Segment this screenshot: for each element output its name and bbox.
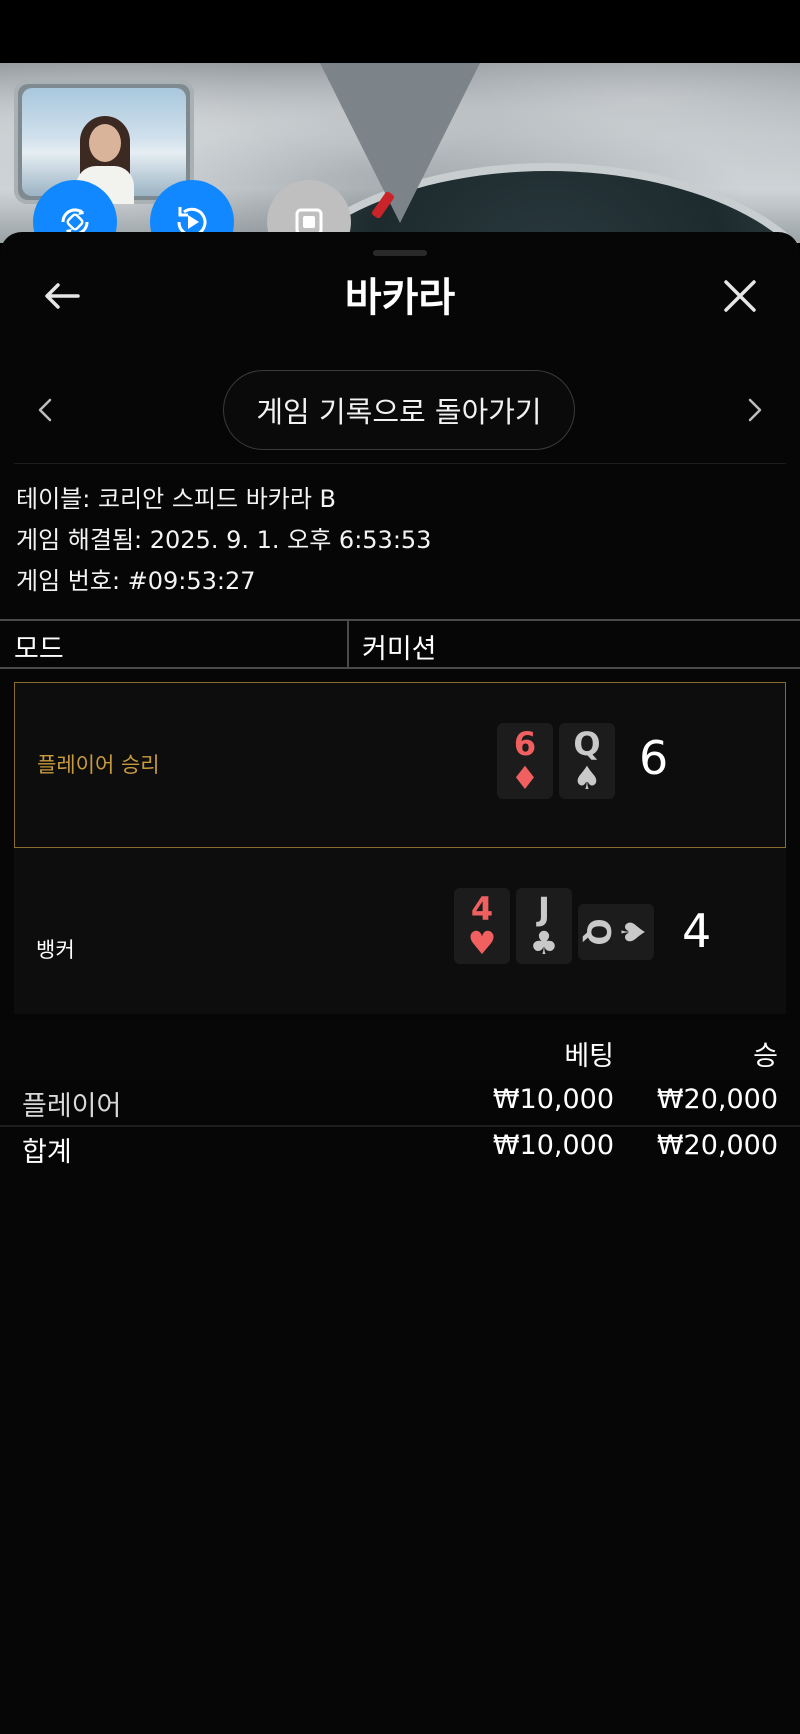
resolved-time: 게임 해결됨: 2025. 9. 1. 오후 6:53:53	[16, 526, 432, 554]
next-game-button[interactable]	[740, 390, 770, 430]
mode-row: 모드 커미션	[0, 619, 800, 669]
player-hand-label: 플레이어 승리	[37, 753, 160, 777]
page-title: 바카라	[344, 275, 456, 321]
bet-row-player: 플레이어 ₩10,000 ₩20,000	[0, 1078, 800, 1124]
game-detail-sheet: 바카라 게임 기록으로 돌아가기 테이블: 코리안 스피드 바카라 B 게임 해…	[0, 232, 800, 1734]
chevron-right-icon	[748, 398, 762, 422]
arrow-left-icon	[45, 283, 80, 309]
bets-header: 베팅 승	[0, 1020, 800, 1080]
bet-name: 플레이어	[22, 1091, 122, 1122]
banker-card-2: J ♣	[516, 888, 572, 964]
divider	[14, 463, 786, 464]
win-column-header: 승	[753, 1041, 778, 1072]
back-to-history-button[interactable]: 게임 기록으로 돌아가기	[223, 370, 575, 450]
mode-label: 모드	[14, 634, 64, 665]
win-amount: ₩20,000	[656, 1084, 778, 1115]
previous-game-button[interactable]	[30, 390, 60, 430]
dealer-video-thumbnail[interactable]	[14, 80, 194, 204]
close-button[interactable]	[716, 272, 764, 320]
banker-hand-label: 뱅커	[36, 938, 75, 962]
player-card-1: 6 ♦	[497, 723, 553, 799]
banker-card-1: 4 ♥	[454, 888, 510, 964]
close-icon	[724, 280, 756, 312]
bet-column-header: 베팅	[564, 1041, 614, 1072]
banker-score: 4	[682, 904, 712, 958]
player-card-2: Q ♠	[559, 723, 615, 799]
total-win-amount: ₩20,000	[656, 1130, 778, 1161]
status-bar	[0, 0, 800, 63]
total-bet-amount: ₩10,000	[492, 1130, 614, 1161]
player-score: 6	[639, 731, 669, 785]
back-button[interactable]	[38, 272, 86, 320]
bet-row-total: 합계 ₩10,000 ₩20,000	[0, 1124, 800, 1170]
total-label: 합계	[22, 1137, 72, 1168]
player-hand: 플레이어 승리 6 ♦ Q ♠ 6	[14, 682, 786, 848]
table-name: 테이블: 코리안 스피드 바카라 B	[16, 485, 337, 513]
banker-card-3: Q ♠	[578, 904, 654, 960]
mode-value: 커미션	[362, 634, 437, 665]
bet-amount: ₩10,000	[492, 1084, 614, 1115]
drag-handle[interactable]	[373, 250, 427, 256]
banker-hand: 뱅커 4 ♥ J ♣ Q ♠ 4	[14, 848, 786, 1014]
chevron-left-icon	[38, 398, 52, 422]
game-number: 게임 번호: #09:53:27	[16, 567, 256, 595]
